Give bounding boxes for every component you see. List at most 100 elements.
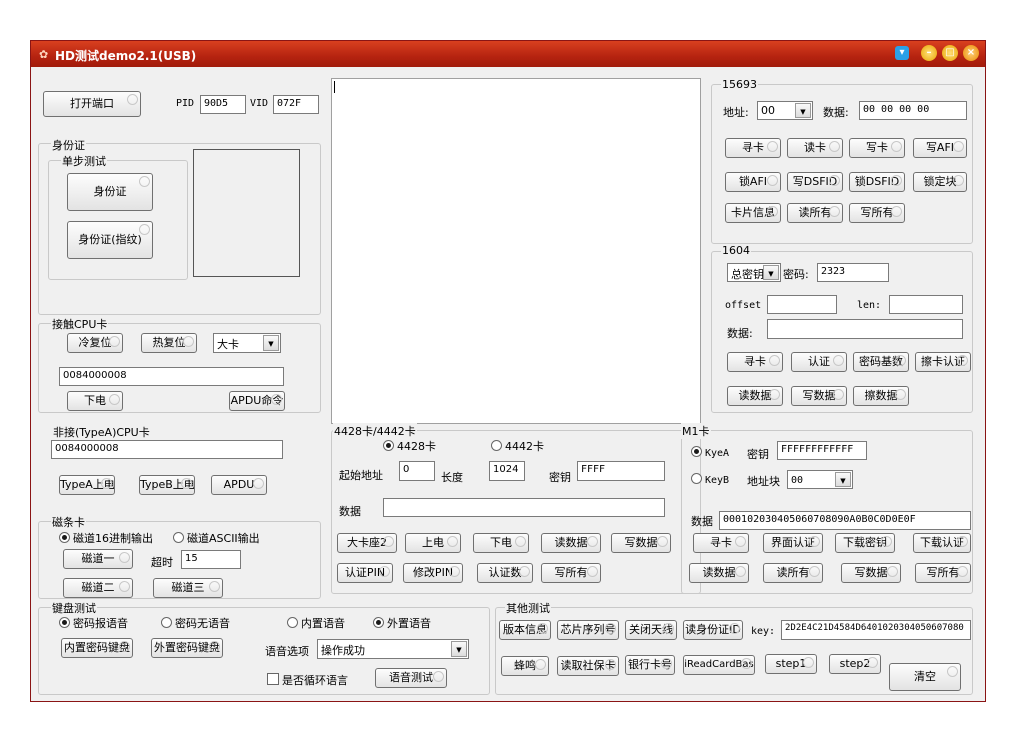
card-info-button[interactable]: 卡片信息 bbox=[725, 203, 781, 223]
data-field-4428[interactable] bbox=[383, 498, 665, 517]
radio-inner-voice[interactable]: 内置语音 bbox=[287, 615, 345, 631]
close-icon[interactable]: × bbox=[963, 45, 979, 61]
id-card-button[interactable]: 身份证 bbox=[67, 173, 153, 211]
lock-dsfid-button[interactable]: 锁DSFID bbox=[849, 172, 905, 192]
social-card-button[interactable]: 读取社保卡 bbox=[557, 656, 619, 676]
track2-button[interactable]: 磁道二 bbox=[63, 578, 133, 598]
track3-button[interactable]: 磁道三 bbox=[153, 578, 223, 598]
lock-afi-button[interactable]: 锁AFI bbox=[725, 172, 781, 192]
erase-1604-button[interactable]: 擦数据 bbox=[853, 386, 909, 406]
step1-button[interactable]: step1 bbox=[765, 654, 817, 674]
read-1604-button[interactable]: 读数据 bbox=[727, 386, 783, 406]
chevron-down-icon[interactable]: ▼ bbox=[763, 265, 779, 280]
card-select-combo[interactable]: 大卡 ▼ bbox=[213, 333, 281, 353]
len-field[interactable] bbox=[889, 295, 963, 314]
radio-outer-voice[interactable]: 外置语音 bbox=[373, 615, 431, 631]
iread-card-button[interactable]: iReadCardBas bbox=[683, 655, 755, 675]
find-m1-button[interactable]: 寻卡 bbox=[693, 533, 749, 553]
cold-reset-button[interactable]: 冷复位 bbox=[67, 333, 123, 353]
radio-4442[interactable]: 4442卡 bbox=[491, 438, 544, 454]
beep-button[interactable]: 蜂鸣 bbox=[501, 656, 549, 676]
find-15693-button[interactable]: 寻卡 bbox=[725, 138, 781, 158]
clear-button[interactable]: 清空 bbox=[889, 663, 961, 691]
contact-apdu-field[interactable]: 0084000008 bbox=[59, 367, 284, 386]
title-bar[interactable]: ✿ HD测试demo2.1(USB) ▾ – □ × bbox=[31, 41, 985, 67]
chevron-down-icon[interactable]: ▼ bbox=[835, 472, 851, 487]
chevron-down-icon[interactable]: ▼ bbox=[451, 641, 467, 657]
id-card-fingerprint-button[interactable]: 身份证(指纹) bbox=[67, 221, 153, 259]
pwd-count-button[interactable]: 密码基数 bbox=[853, 352, 909, 372]
find-1604-button[interactable]: 寻卡 bbox=[727, 352, 783, 372]
write-m1-button[interactable]: 写数据 bbox=[841, 563, 901, 583]
outer-keypad-button[interactable]: 外置密码键盘 bbox=[151, 638, 223, 658]
verify-pin-button[interactable]: 认证PIN bbox=[337, 563, 393, 583]
shirt-icon[interactable]: ▾ bbox=[895, 46, 909, 60]
block-combo-m1[interactable]: 00 ▼ bbox=[787, 470, 853, 489]
inner-keypad-button[interactable]: 内置密码键盘 bbox=[61, 638, 133, 658]
maximize-icon[interactable]: □ bbox=[942, 45, 958, 61]
radio-track-ascii[interactable]: 磁道ASCII输出 bbox=[173, 530, 260, 546]
ui-auth-button[interactable]: 界面认证 bbox=[763, 533, 823, 553]
read-all-15693-button[interactable]: 读所有 bbox=[787, 203, 843, 223]
big-seat-button[interactable]: 大卡座2 bbox=[337, 533, 397, 553]
radio-pwd-voice[interactable]: 密码报语音 bbox=[59, 615, 128, 631]
lock-block-button[interactable]: 锁定块 bbox=[913, 172, 967, 192]
typea-power-button[interactable]: TypeA上电 bbox=[59, 475, 115, 495]
chevron-down-icon[interactable]: ▼ bbox=[795, 103, 811, 118]
power-on-4428-button[interactable]: 上电 bbox=[405, 533, 461, 553]
auth-1604-button[interactable]: 认证 bbox=[791, 352, 847, 372]
download-auth-button[interactable]: 下载认证 bbox=[913, 533, 971, 553]
read-id-button[interactable]: 读身份证ID bbox=[683, 620, 743, 640]
write-all-m1-button[interactable]: 写所有 bbox=[915, 563, 971, 583]
erase-auth-button[interactable]: 擦卡认证 bbox=[915, 352, 971, 372]
read-15693-button[interactable]: 读卡 bbox=[787, 138, 843, 158]
write-15693-button[interactable]: 写卡 bbox=[849, 138, 905, 158]
data-field-15693[interactable]: 00 00 00 00 bbox=[859, 101, 967, 120]
write-4428-button[interactable]: 写数据 bbox=[611, 533, 671, 553]
radio-keya[interactable]: KyeA bbox=[691, 446, 729, 459]
offset-field[interactable] bbox=[767, 295, 837, 314]
timeout-field[interactable]: 15 bbox=[181, 550, 241, 569]
verify-count-button[interactable]: 认证数 bbox=[477, 563, 533, 583]
minimize-icon[interactable]: – bbox=[921, 45, 937, 61]
modify-pin-button[interactable]: 修改PIN bbox=[403, 563, 463, 583]
close-antenna-button[interactable]: 关闭天线 bbox=[625, 620, 677, 640]
vid-field[interactable]: 072F bbox=[273, 95, 319, 114]
data-field-1604[interactable] bbox=[767, 319, 963, 339]
write-all-4428-button[interactable]: 写所有 bbox=[541, 563, 601, 583]
contactless-apdu-field[interactable]: 0084000008 bbox=[51, 440, 283, 459]
write-all-15693-button[interactable]: 写所有 bbox=[849, 203, 905, 223]
key-field-other[interactable]: 2D2E4C21D4584D6401020304050607080 bbox=[781, 620, 971, 640]
hot-reset-button[interactable]: 热复位 bbox=[141, 333, 197, 353]
contactless-apdu-button[interactable]: APDU bbox=[211, 475, 267, 495]
data-field-m1[interactable]: 000102030405060708090A0B0C0D0E0F bbox=[719, 511, 971, 530]
addr-combo-15693[interactable]: 00 ▼ bbox=[757, 101, 813, 120]
output-textarea[interactable] bbox=[331, 78, 701, 424]
voice-option-combo[interactable]: 操作成功 ▼ bbox=[317, 639, 469, 659]
typeb-power-button[interactable]: TypeB上电 bbox=[139, 475, 195, 495]
power-off-button[interactable]: 下电 bbox=[67, 391, 123, 411]
key-field-m1[interactable]: FFFFFFFFFFFF bbox=[777, 441, 867, 460]
radio-pwd-novoice[interactable]: 密码无语音 bbox=[161, 615, 230, 631]
pwd-field-1604[interactable]: 2323 bbox=[817, 263, 889, 282]
read-m1-button[interactable]: 读数据 bbox=[689, 563, 749, 583]
write-1604-button[interactable]: 写数据 bbox=[791, 386, 847, 406]
read-4428-button[interactable]: 读数据 bbox=[541, 533, 601, 553]
track1-button[interactable]: 磁道一 bbox=[63, 549, 133, 569]
apdu-command-button[interactable]: APDU命令 bbox=[229, 391, 285, 411]
key-field-4428[interactable]: FFFF bbox=[577, 461, 665, 481]
loop-voice-checkbox[interactable]: 是否循环语言 bbox=[267, 672, 348, 688]
radio-track-hex[interactable]: 磁道16进制输出 bbox=[59, 530, 153, 546]
download-key-button[interactable]: 下载密钥 bbox=[835, 533, 895, 553]
pid-field[interactable]: 90D5 bbox=[200, 95, 246, 114]
open-port-button[interactable]: 打开端口 bbox=[43, 91, 141, 117]
write-afi-button[interactable]: 写AFI bbox=[913, 138, 967, 158]
radio-4428[interactable]: 4428卡 bbox=[383, 438, 436, 454]
version-button[interactable]: 版本信息 bbox=[499, 620, 551, 640]
start-addr-field[interactable]: 0 bbox=[399, 461, 435, 481]
length-field[interactable]: 1024 bbox=[489, 461, 525, 481]
step2-button[interactable]: step2 bbox=[829, 654, 881, 674]
write-dsfid-button[interactable]: 写DSFID bbox=[787, 172, 843, 192]
power-off-4428-button[interactable]: 下电 bbox=[473, 533, 529, 553]
read-all-m1-button[interactable]: 读所有 bbox=[763, 563, 823, 583]
